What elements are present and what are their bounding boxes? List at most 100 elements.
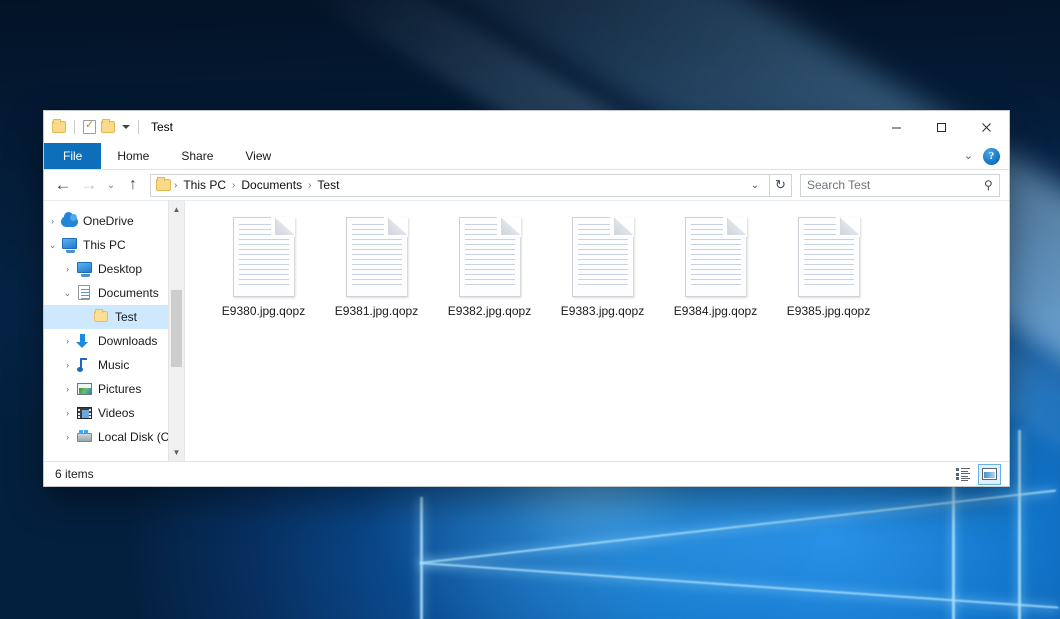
sidebar-item-label: Local Disk (C:): [98, 430, 177, 444]
folder-icon: [93, 309, 110, 325]
sidebar-item-label: Music: [98, 358, 129, 372]
videos-icon: [76, 405, 93, 421]
generic-file-icon: [685, 217, 747, 297]
sidebar-item-label: Desktop: [98, 262, 142, 276]
expand-chevron-icon[interactable]: ›: [44, 217, 61, 226]
sidebar-item-label: Pictures: [98, 382, 141, 396]
sidebar-item-this-pc[interactable]: ⌄ This PC: [44, 233, 184, 257]
generic-file-icon: [233, 217, 295, 297]
divider: [74, 120, 75, 134]
tab-home[interactable]: Home: [101, 143, 165, 169]
sidebar-item-desktop[interactable]: › Desktop: [44, 257, 184, 281]
expand-chevron-icon[interactable]: ›: [59, 409, 76, 418]
properties-checkmark-icon[interactable]: [83, 120, 96, 134]
sidebar-item-test[interactable]: Test: [44, 305, 184, 329]
expand-chevron-icon[interactable]: ⌄: [59, 289, 76, 298]
search-box[interactable]: ⚲: [800, 174, 1000, 197]
expand-chevron-icon[interactable]: ›: [59, 385, 76, 394]
refresh-icon[interactable]: ↻: [770, 174, 792, 197]
pc-icon: [61, 237, 78, 253]
scrollbar-track[interactable]: [169, 218, 184, 444]
file-item[interactable]: E9384.jpg.qopz: [659, 215, 772, 318]
file-list-pane[interactable]: E9380.jpg.qopz E9381.jpg.qopz E9382.jpg.…: [184, 201, 1009, 461]
minimize-button[interactable]: [874, 111, 919, 143]
expand-chevron-icon[interactable]: ⌄: [44, 241, 61, 250]
divider: [138, 120, 139, 134]
disk-icon: [76, 429, 93, 445]
ribbon-actions: ⌄ ?: [964, 143, 1009, 169]
maximize-button[interactable]: [919, 111, 964, 143]
file-item[interactable]: E9380.jpg.qopz: [207, 215, 320, 318]
scrollbar-thumb[interactable]: [171, 290, 182, 367]
breadcrumb-item-this-pc[interactable]: This PC: [178, 178, 231, 192]
search-input[interactable]: [807, 178, 984, 192]
search-icon: ⚲: [984, 178, 993, 192]
recent-locations-chevron-down-icon[interactable]: ⌄: [102, 173, 120, 197]
generic-file-icon: [798, 217, 860, 297]
quick-access-toolbar: [52, 120, 142, 134]
cloud-icon: [61, 213, 78, 229]
close-button[interactable]: [964, 111, 1009, 143]
folder-icon[interactable]: [52, 121, 66, 133]
expand-chevron-icon[interactable]: ›: [59, 337, 76, 346]
file-name: E9384.jpg.qopz: [674, 304, 757, 318]
help-button[interactable]: ?: [983, 148, 1000, 165]
details-view-button[interactable]: [952, 464, 975, 485]
file-grid: E9380.jpg.qopz E9381.jpg.qopz E9382.jpg.…: [207, 215, 1009, 318]
view-mode-buttons: [952, 464, 1001, 485]
breadcrumb-item-documents[interactable]: Documents: [236, 178, 307, 192]
up-arrow-icon[interactable]: ↑: [120, 173, 146, 197]
folder-icon: [156, 179, 171, 191]
item-count-label: 6 items: [55, 467, 94, 481]
sidebar-item-pictures[interactable]: › Pictures: [44, 377, 184, 401]
file-item[interactable]: E9385.jpg.qopz: [772, 215, 885, 318]
new-folder-icon[interactable]: [101, 121, 115, 133]
sidebar-scrollbar[interactable]: ▲ ▼: [168, 201, 184, 461]
sidebar-item-label: Videos: [98, 406, 134, 420]
documents-icon: [76, 285, 93, 301]
file-item[interactable]: E9381.jpg.qopz: [320, 215, 433, 318]
sidebar-item-music[interactable]: › Music: [44, 353, 184, 377]
file-item[interactable]: E9382.jpg.qopz: [433, 215, 546, 318]
file-explorer-window: Test File Home Share View ⌄ ?: [43, 110, 1010, 487]
sidebar-item-documents[interactable]: ⌄ Documents: [44, 281, 184, 305]
file-name: E9382.jpg.qopz: [448, 304, 531, 318]
sidebar-item-label: OneDrive: [83, 214, 134, 228]
scroll-up-arrow[interactable]: ▲: [169, 201, 184, 218]
expand-chevron-icon[interactable]: ›: [59, 433, 76, 442]
pictures-icon: [76, 381, 93, 397]
expand-chevron-icon[interactable]: ›: [59, 361, 76, 370]
large-icons-view-icon: [982, 468, 997, 480]
expand-chevron-icon[interactable]: ›: [59, 265, 76, 274]
tab-file[interactable]: File: [44, 143, 101, 169]
chevron-down-icon[interactable]: [122, 125, 130, 129]
sidebar-item-videos[interactable]: › Videos: [44, 401, 184, 425]
sidebar-item-onedrive[interactable]: › OneDrive: [44, 209, 184, 233]
file-name: E9385.jpg.qopz: [787, 304, 870, 318]
desktop: Test File Home Share View ⌄ ?: [0, 0, 1060, 619]
generic-file-icon: [459, 217, 521, 297]
sidebar-item-label: Documents: [98, 286, 159, 300]
tab-view[interactable]: View: [229, 143, 287, 169]
breadcrumb[interactable]: › This PC › Documents › Test ⌄: [150, 174, 770, 197]
desktop-icon: [76, 261, 93, 277]
chevron-down-icon[interactable]: ⌄: [745, 180, 765, 191]
sidebar-item-downloads[interactable]: › Downloads: [44, 329, 184, 353]
download-icon: [76, 333, 93, 349]
large-icons-view-button[interactable]: [978, 464, 1001, 485]
file-item[interactable]: E9383.jpg.qopz: [546, 215, 659, 318]
status-bar: 6 items: [44, 461, 1009, 486]
back-arrow-icon[interactable]: ←: [50, 173, 76, 197]
file-name: E9381.jpg.qopz: [335, 304, 418, 318]
sidebar-item-label: Test: [115, 310, 137, 324]
title-bar: Test: [44, 111, 1009, 143]
breadcrumb-item-test[interactable]: Test: [312, 178, 344, 192]
file-name: E9383.jpg.qopz: [561, 304, 644, 318]
forward-arrow-icon: →: [76, 173, 102, 197]
music-icon: [76, 357, 93, 373]
window-controls: [874, 111, 1009, 143]
scroll-down-arrow[interactable]: ▼: [169, 444, 184, 461]
chevron-down-icon[interactable]: ⌄: [964, 151, 973, 162]
sidebar-item-local-disk-c[interactable]: › Local Disk (C:): [44, 425, 184, 449]
tab-share[interactable]: Share: [165, 143, 229, 169]
